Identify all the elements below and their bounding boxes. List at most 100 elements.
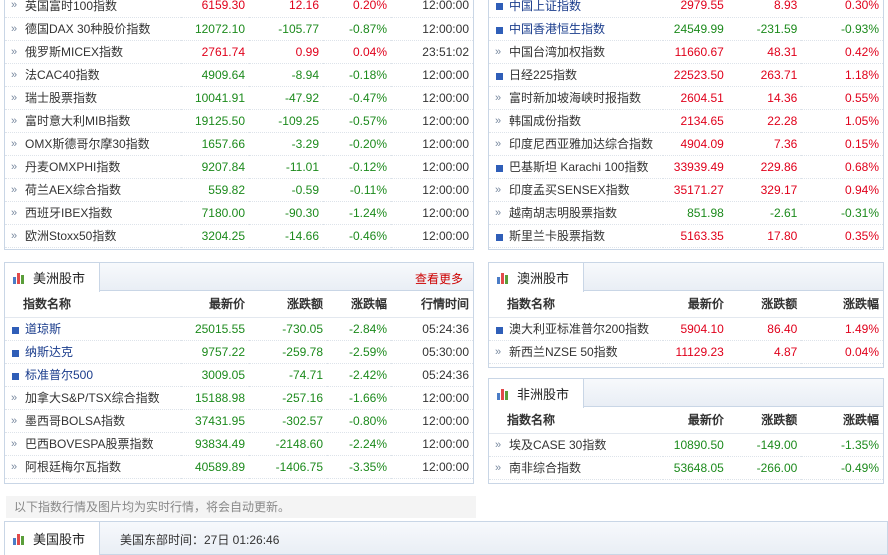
index-name-link[interactable]: 中国上证指数	[489, 0, 663, 18]
index-name-link[interactable]: 韩国成份指数	[489, 109, 663, 133]
index-name-link[interactable]: 印度尼西亚雅加达综合指数	[489, 132, 663, 156]
index-name-link[interactable]: 瑞士股票指数	[5, 86, 181, 110]
quote-time: 12:00:00	[391, 455, 473, 479]
index-name-link[interactable]: 富时新加坡海峡时报指数	[489, 86, 663, 110]
tab-us-market[interactable]: 美国股市	[5, 522, 101, 555]
change-percent: 0.55%	[801, 86, 883, 110]
quote-time: 12:00:00	[391, 86, 473, 110]
index-name-link[interactable]: 新西兰NZSE 50指数	[489, 340, 663, 364]
latest-price: 7180.00	[181, 201, 249, 225]
asia-table: 中国上证指数 2979.55 8.93 0.30% 中国香港恒生指数 24549.99 -2…	[489, 0, 883, 248]
column-header: 指数名称	[489, 291, 663, 318]
us-eastern-time: 美国东部时间：27日 01:26:46	[120, 533, 280, 547]
quote-time: 12:00:00	[391, 201, 473, 225]
column-header: 涨跌额	[727, 407, 802, 434]
quote-time: 05:24:36	[391, 317, 473, 341]
tab-africa[interactable]: 非洲股市	[489, 379, 585, 408]
quote-time: 12:00:00	[391, 432, 473, 456]
table-row: OMX斯德哥尔摩30指数1657.66-3.29-0.20%12:00:00	[5, 132, 473, 156]
index-name-link[interactable]: 墨西哥BOLSA指数	[5, 409, 181, 433]
table-row: 西班牙IBEX指数7180.00-90.30-1.24%12:00:00	[5, 201, 473, 225]
column-header: 涨跌额	[727, 291, 802, 318]
index-name-link[interactable]: 俄罗斯MICEX指数	[5, 40, 181, 64]
latest-price: 24549.99	[662, 17, 728, 41]
index-name-link[interactable]: 埃及CASE 30指数	[489, 433, 663, 457]
table-row: 俄罗斯MICEX指数2761.740.990.04%23:51:02	[5, 40, 473, 64]
latest-price: 19125.50	[181, 109, 249, 133]
index-name-link[interactable]: 巴西BOVESPA股票指数	[5, 432, 181, 456]
latest-price: 93834.49	[181, 432, 249, 456]
index-name-link[interactable]: 越南胡志明股票指数	[489, 201, 663, 225]
index-name-link[interactable]: 道琼斯	[5, 317, 181, 341]
quote-time: 12:00:00	[391, 386, 473, 410]
america-table: 指数名称 最新价 涨跌额 涨跌幅 行情时间 道琼斯 25015.55 -730.05 -2.8…	[5, 291, 473, 479]
bar-chart-icon	[13, 533, 27, 545]
index-name-link[interactable]: 标准普尔500	[5, 363, 181, 387]
australia-panel: 澳洲股市 指数名称 最新价 涨跌额 涨跌幅 澳大利亚标准普尔200指数 5904.10 8…	[488, 262, 884, 368]
america-panel: 美洲股市 查看更多 指数名称 最新价 涨跌额 涨跌幅 行情时间 道琼斯 25015.55-…	[4, 262, 474, 484]
column-header: 涨跌幅	[801, 291, 883, 318]
table-row: 道琼斯 25015.55 -730.05 -2.84% 05:24:36	[5, 317, 473, 341]
index-name-link[interactable]: 西班牙IBEX指数	[5, 201, 181, 225]
change-amount: -14.66	[249, 224, 323, 248]
change-percent: -2.84%	[327, 317, 391, 341]
index-name-link[interactable]: 欧洲Stoxx50指数	[5, 224, 181, 248]
change-amount: 86.40	[727, 317, 802, 341]
change-percent: -0.46%	[323, 224, 391, 248]
quote-time: 23:51:02	[391, 40, 473, 64]
change-amount: 48.31	[727, 40, 802, 64]
table-row: 中国上证指数 2979.55 8.93 0.30%	[489, 0, 883, 18]
index-name-link[interactable]: 法CAC40指数	[5, 63, 181, 87]
change-amount: -11.01	[249, 155, 323, 179]
index-name-link[interactable]: 斯里兰卡股票指数	[489, 224, 663, 248]
index-name-link[interactable]: OMX斯德哥尔摩30指数	[5, 132, 181, 156]
tab-australia[interactable]: 澳洲股市	[489, 263, 585, 292]
bar-chart-icon	[497, 388, 511, 400]
index-name-link[interactable]: 纳斯达克	[5, 340, 181, 364]
index-name-link[interactable]: 荷兰AEX综合指数	[5, 178, 181, 202]
index-name-link[interactable]: 澳大利亚标准普尔200指数	[489, 317, 663, 341]
latest-price: 2979.55	[662, 0, 728, 18]
change-amount: -1406.75	[249, 455, 327, 479]
table-row: 印度尼西亚雅加达综合指数4904.097.360.15%	[489, 132, 883, 156]
table-row: 德国DAX 30种股价指数12072.10-105.77-0.87%12:00:…	[5, 17, 473, 41]
index-name-link[interactable]: 南非综合指数	[489, 456, 663, 480]
us-market-header: 美国股市 美国东部时间：27日 01:26:46	[4, 521, 888, 555]
change-percent: 0.04%	[801, 340, 883, 364]
more-link[interactable]: 查看更多	[415, 270, 463, 287]
index-name-link[interactable]: 阿根廷梅尔瓦指数	[5, 455, 181, 479]
index-name-link[interactable]: 富时意大利MIB指数	[5, 109, 181, 133]
index-name-link[interactable]: 德国DAX 30种股价指数	[5, 17, 181, 41]
latest-price: 851.98	[662, 201, 728, 225]
change-percent: -2.24%	[327, 432, 391, 456]
index-name-link[interactable]: 巴基斯坦 Karachi 100指数	[489, 155, 663, 179]
quote-time: 12:00:00	[391, 155, 473, 179]
latest-price: 11129.23	[662, 340, 728, 364]
column-header: 涨跌幅	[801, 407, 883, 434]
africa-table: 指数名称最新价涨跌额涨跌幅 埃及CASE 30指数10890.50-149.00…	[489, 407, 883, 480]
change-amount: -730.05	[249, 317, 327, 341]
africa-title: 非洲股市	[517, 387, 570, 402]
tab-america[interactable]: 美洲股市	[5, 263, 101, 292]
change-amount: -105.77	[249, 17, 323, 41]
change-percent: -0.57%	[323, 109, 391, 133]
index-name-link[interactable]: 中国香港恒生指数	[489, 17, 663, 41]
index-name-link[interactable]: 日经225指数	[489, 63, 663, 87]
change-percent: -0.11%	[323, 178, 391, 202]
change-amount: -47.92	[249, 86, 323, 110]
index-name-link[interactable]: 加拿大S&P/TSX综合指数	[5, 386, 181, 410]
latest-price: 9757.22	[181, 340, 249, 364]
change-percent: -0.18%	[323, 63, 391, 87]
table-row: 澳大利亚标准普尔200指数 5904.10 86.40 1.49%	[489, 317, 883, 341]
index-name-link[interactable]: 丹麦OMXPHI指数	[5, 155, 181, 179]
index-name-link[interactable]: 印度孟买SENSEX指数	[489, 178, 663, 202]
column-header: 涨跌幅	[327, 291, 391, 318]
latest-price: 4904.09	[662, 132, 728, 156]
quote-time: 12:00:00	[391, 178, 473, 202]
index-name-link[interactable]: 英国富时100指数	[5, 0, 181, 18]
table-row: 欧洲Stoxx50指数3204.25-14.66-0.46%12:00:00	[5, 224, 473, 248]
index-name-link[interactable]: 中国台湾加权指数	[489, 40, 663, 64]
change-percent: -3.35%	[327, 455, 391, 479]
latest-price: 2134.65	[662, 109, 728, 133]
change-percent: 0.04%	[323, 40, 391, 64]
